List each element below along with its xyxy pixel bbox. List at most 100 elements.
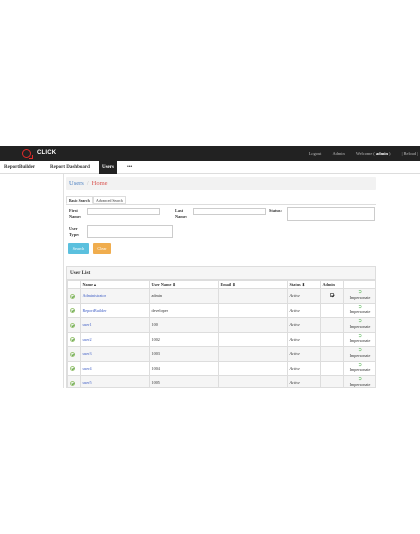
user-status: Active bbox=[287, 331, 321, 347]
user-username: admin bbox=[149, 288, 219, 304]
user-status: Active bbox=[287, 288, 321, 304]
user-email bbox=[218, 331, 288, 347]
user-name-link[interactable]: user4 bbox=[80, 360, 150, 376]
user-type-select[interactable] bbox=[87, 225, 173, 238]
row-check-icon[interactable] bbox=[67, 288, 81, 304]
status-label: Status: bbox=[269, 208, 282, 213]
click-logo-icon bbox=[22, 149, 33, 159]
user-email bbox=[218, 302, 288, 318]
impersonate-button[interactable]: ➲ Impersonate bbox=[343, 331, 375, 347]
user-email bbox=[218, 360, 288, 376]
row-check-icon[interactable] bbox=[67, 331, 81, 347]
user-name-link[interactable]: Administrator bbox=[80, 288, 150, 304]
admin-checkbox bbox=[320, 288, 344, 304]
clear-button[interactable]: Clear bbox=[93, 243, 111, 254]
user-name-link[interactable]: user3 bbox=[80, 346, 150, 362]
menu-item-users[interactable]: Users bbox=[99, 161, 117, 174]
tab-basic-search[interactable]: Basic Search bbox=[66, 196, 93, 204]
admin-checkbox bbox=[320, 346, 344, 362]
table-row: user3 1003 Active ➲ Impersonate bbox=[67, 346, 375, 362]
user-username: 1002 bbox=[149, 331, 219, 347]
admin-checkbox bbox=[320, 375, 344, 387]
impersonate-button[interactable]: ➲ Impersonate bbox=[343, 360, 375, 376]
col-username[interactable]: User Name ⬍ bbox=[149, 280, 219, 289]
impersonate-label: Impersonate bbox=[349, 367, 371, 373]
admin-checkbox bbox=[320, 317, 344, 333]
impersonate-label: Impersonate bbox=[349, 294, 371, 300]
admin-checked-icon bbox=[330, 293, 334, 298]
last-name-field[interactable] bbox=[193, 208, 266, 215]
impersonate-label: Impersonate bbox=[349, 381, 371, 387]
menu-item-report-dashboard[interactable]: Report Dashboard bbox=[47, 161, 93, 174]
first-name-label: First Name: bbox=[69, 208, 82, 219]
user-email bbox=[218, 288, 288, 304]
row-check-icon[interactable] bbox=[67, 375, 81, 387]
user-username: 1004 bbox=[149, 360, 219, 376]
impersonate-button[interactable]: ➲ Impersonate bbox=[343, 288, 375, 304]
row-check-icon[interactable] bbox=[67, 302, 81, 318]
user-menu: Logout Admin Welcome ( admin ) | Reload … bbox=[299, 151, 418, 156]
row-check-icon[interactable] bbox=[67, 360, 81, 376]
col-admin: Admin bbox=[320, 280, 344, 289]
col-actions bbox=[343, 280, 375, 289]
welcome-text: Welcome ( admin ) bbox=[355, 150, 391, 156]
admin-link[interactable]: Admin bbox=[333, 151, 345, 156]
impersonate-button[interactable]: ➲ Impersonate bbox=[343, 302, 375, 318]
user-username: 100 bbox=[149, 317, 219, 333]
user-name-link[interactable]: ReportBuilder bbox=[80, 302, 150, 318]
impersonate-button[interactable]: ➲ Impersonate bbox=[343, 346, 375, 362]
user-name-link[interactable]: user5 bbox=[80, 375, 150, 387]
logout-link[interactable]: Logout bbox=[309, 151, 322, 156]
user-list-title: User List bbox=[67, 267, 375, 280]
row-check-icon[interactable] bbox=[67, 346, 81, 362]
table-row: ReportBuilder developer Active ➲ Impersonate bbox=[67, 302, 375, 318]
user-status: Active bbox=[287, 360, 321, 376]
more-menu-icon[interactable]: ••• bbox=[124, 161, 135, 174]
brand-name: CLICK bbox=[37, 150, 57, 156]
table-row: user4 1004 Active ➲ Impersonate bbox=[67, 360, 375, 376]
col-email[interactable]: Email ⬍ bbox=[218, 280, 288, 289]
user-type-label: User Type: bbox=[69, 226, 80, 237]
col-name[interactable]: Name ▴ bbox=[80, 280, 150, 289]
breadcrumb: Users / Home bbox=[66, 177, 376, 190]
last-name-label: Last Name: bbox=[175, 208, 188, 219]
reload-link[interactable]: | Reload | bbox=[402, 151, 418, 156]
user-table: Name ▴ User Name ⬍ Email ⬍ Status ⬍ Admi… bbox=[67, 280, 375, 387]
impersonate-label: Impersonate bbox=[349, 352, 371, 358]
impersonate-label: Impersonate bbox=[349, 323, 371, 329]
row-check-icon[interactable] bbox=[67, 317, 81, 333]
col-select bbox=[67, 280, 81, 289]
table-row: user5 1005 Active ➲ Impersonate bbox=[67, 375, 375, 387]
tab-divider bbox=[66, 204, 376, 205]
user-status: Active bbox=[287, 346, 321, 362]
table-row: user2 1002 Active ➲ Impersonate bbox=[67, 331, 375, 347]
impersonate-button[interactable]: ➲ Impersonate bbox=[343, 317, 375, 333]
impersonate-label: Impersonate bbox=[349, 338, 371, 344]
search-button[interactable]: Search bbox=[68, 243, 89, 254]
user-list-panel: User List Name ▴ User Name ⬍ Email ⬍ Sta… bbox=[66, 266, 376, 388]
sidebar bbox=[0, 174, 64, 388]
user-username: 1005 bbox=[149, 375, 219, 387]
impersonate-button[interactable]: ➲ Impersonate bbox=[343, 375, 375, 387]
breadcrumb-home[interactable]: Home bbox=[92, 180, 108, 187]
user-username: developer bbox=[149, 302, 219, 318]
user-status: Active bbox=[287, 317, 321, 333]
user-email bbox=[218, 346, 288, 362]
status-select[interactable] bbox=[287, 207, 375, 221]
first-name-field[interactable] bbox=[87, 208, 160, 215]
col-status[interactable]: Status ⬍ bbox=[287, 280, 321, 289]
user-name-link[interactable]: user2 bbox=[80, 331, 150, 347]
user-status: Active bbox=[287, 375, 321, 387]
breadcrumb-users[interactable]: Users bbox=[69, 180, 84, 187]
user-username: 1003 bbox=[149, 346, 219, 362]
admin-checkbox bbox=[320, 331, 344, 347]
user-status: Active bbox=[287, 302, 321, 318]
menu-item-reportbuilder[interactable]: ReportBuilder bbox=[1, 161, 38, 174]
impersonate-label: Impersonate bbox=[349, 309, 371, 315]
top-navbar: CLICK Logout Admin Welcome ( admin ) | R… bbox=[0, 146, 420, 161]
admin-checkbox bbox=[320, 302, 344, 318]
table-row: user1 100 Active ➲ Impersonate bbox=[67, 317, 375, 333]
user-name-link[interactable]: user1 bbox=[80, 317, 150, 333]
tab-advanced-search[interactable]: Advanced Search bbox=[93, 196, 126, 204]
user-email bbox=[218, 317, 288, 333]
